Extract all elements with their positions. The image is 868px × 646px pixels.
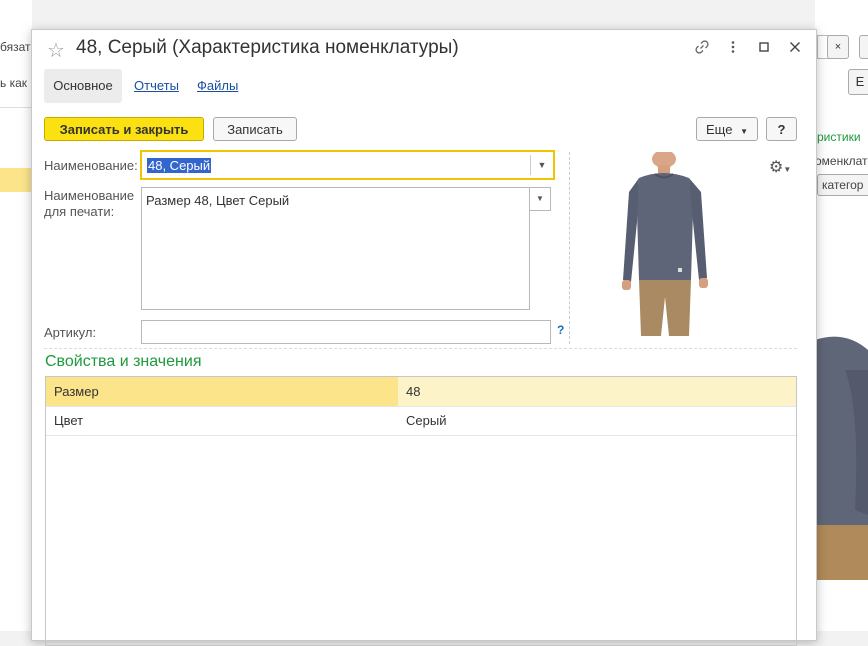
background-text: бязат — [0, 40, 31, 54]
name-field[interactable]: 48, Серый ▼ — [140, 150, 555, 180]
property-name: Размер — [46, 377, 398, 406]
link-icon[interactable] — [693, 39, 711, 57]
tab-main[interactable]: Основное — [44, 69, 122, 103]
article-input[interactable] — [141, 320, 551, 344]
save-and-close-button[interactable]: Записать и закрыть — [44, 117, 204, 141]
properties-section-title: Свойства и значения — [45, 353, 202, 370]
background-text: ристики — [817, 130, 861, 144]
favorite-star-icon[interactable]: ☆ — [47, 38, 65, 63]
print-name-label-2: для печати: — [44, 204, 115, 219]
article-label: Артикул: — [44, 325, 97, 340]
print-name-dropdown-button[interactable]: ▼ — [529, 187, 551, 211]
chevron-down-icon: ▼ — [783, 165, 792, 174]
table-row[interactable]: Цвет Серый — [46, 406, 796, 436]
background-window-right: × Е ристики оменклат категор — [815, 0, 868, 631]
background-button: категор — [817, 174, 868, 196]
product-image — [622, 152, 708, 336]
background-button — [859, 35, 868, 59]
name-input-value[interactable]: 48, Серый — [147, 158, 212, 173]
property-value[interactable]: 48 — [398, 377, 796, 406]
help-button[interactable]: ? — [766, 117, 797, 141]
chevron-down-icon[interactable]: ▼ — [530, 155, 553, 175]
window-title: 48, Серый (Характеристика номенклатуры) — [76, 37, 459, 58]
settings-gear-icon[interactable]: ⚙▼ — [769, 157, 791, 177]
background-window-left: бязат ь как — [0, 0, 32, 631]
table-row[interactable]: Размер 48 — [46, 377, 796, 407]
print-name-label: Наименование — [44, 188, 135, 203]
background-text: категор — [822, 178, 864, 192]
column-separator — [569, 152, 570, 344]
maximize-icon[interactable] — [755, 39, 773, 57]
more-label: Еще — [706, 122, 733, 137]
property-name: Цвет — [54, 413, 84, 428]
name-label: Наименование: — [44, 158, 138, 173]
article-help-icon[interactable]: ? — [557, 323, 564, 337]
tab-files[interactable]: Файлы — [197, 69, 238, 103]
chevron-down-icon: ▼ — [740, 127, 748, 136]
tab-reports[interactable]: Отчеты — [134, 69, 179, 103]
more-button[interactable]: Еще ▼ — [696, 117, 758, 141]
background-close-button: × — [827, 35, 849, 59]
selected-row — [0, 168, 32, 192]
divider — [0, 107, 32, 108]
properties-table: Размер 48 Цвет Серый — [45, 376, 797, 646]
more-vertical-icon[interactable] — [724, 39, 742, 57]
background-product-image — [815, 336, 868, 580]
chevron-down-icon: ▼ — [536, 194, 544, 203]
background-text: ь как — [0, 76, 28, 90]
background-button: Е — [848, 69, 868, 95]
save-button[interactable]: Записать — [213, 117, 297, 141]
section-separator — [44, 348, 797, 349]
print-name-textarea[interactable]: Размер 48, Цвет Серый — [141, 187, 530, 310]
print-name-value[interactable]: Размер 48, Цвет Серый — [146, 193, 289, 208]
close-icon[interactable] — [786, 39, 804, 57]
characteristic-dialog: ☆ 48, Серый (Характеристика номенклатуры… — [31, 29, 817, 646]
background-text: оменклат — [815, 154, 868, 168]
property-value[interactable]: Серый — [398, 406, 796, 435]
